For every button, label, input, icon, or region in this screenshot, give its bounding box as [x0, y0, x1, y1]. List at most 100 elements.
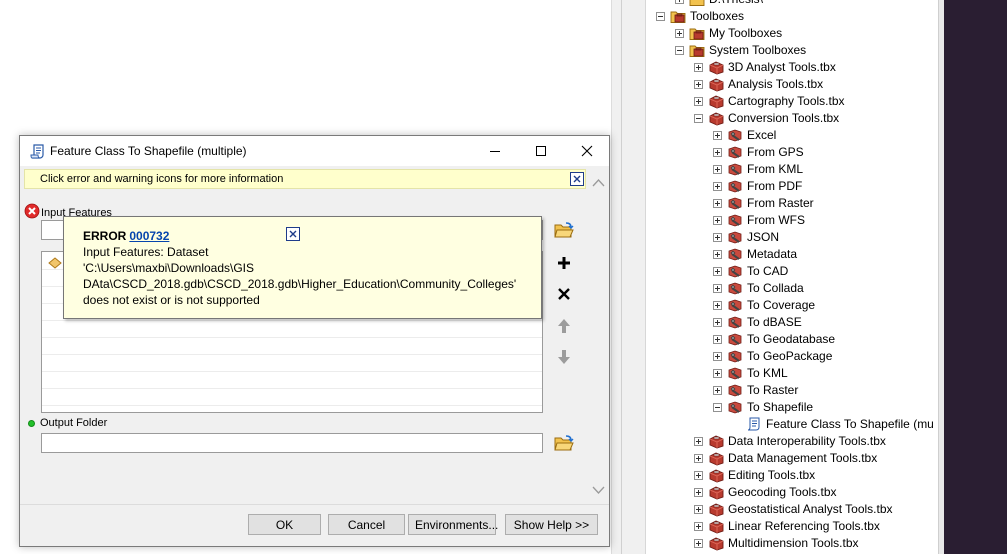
- tree-item[interactable]: Analysis Tools.tbx: [646, 76, 938, 93]
- expand-icon[interactable]: [694, 454, 703, 463]
- move-down-button[interactable]: [553, 346, 575, 368]
- tree-item[interactable]: To Raster: [646, 382, 938, 399]
- tree-item[interactable]: From Raster: [646, 195, 938, 212]
- tree-item[interactable]: Excel: [646, 127, 938, 144]
- collapse-icon[interactable]: [675, 46, 684, 55]
- tree-item-label: 3D Analyst Tools.tbx: [728, 60, 836, 74]
- tree-item-label: To Shapefile: [747, 400, 814, 414]
- close-button[interactable]: [564, 136, 610, 166]
- expand-icon[interactable]: [713, 131, 722, 140]
- add-row-button[interactable]: [553, 252, 575, 274]
- tree-item[interactable]: To CAD: [646, 263, 938, 280]
- expand-icon[interactable]: [713, 182, 722, 191]
- toolset-icon: [727, 264, 743, 279]
- tree-item[interactable]: From PDF: [646, 178, 938, 195]
- tree-item[interactable]: To Shapefile: [646, 399, 938, 416]
- expand-icon[interactable]: [713, 301, 722, 310]
- expand-icon[interactable]: [713, 165, 722, 174]
- tree-item[interactable]: System Toolboxes: [646, 42, 938, 59]
- tree-item[interactable]: To Coverage: [646, 297, 938, 314]
- expand-icon[interactable]: [713, 199, 722, 208]
- tree-item[interactable]: From KML: [646, 161, 938, 178]
- tree-item[interactable]: From WFS: [646, 212, 938, 229]
- expand-icon[interactable]: [675, 0, 684, 4]
- expand-icon[interactable]: [694, 522, 703, 531]
- collapse-icon[interactable]: [694, 114, 703, 123]
- cancel-button[interactable]: Cancel: [328, 514, 405, 535]
- error-message-line: Input Features: Dataset: [83, 245, 209, 259]
- collapse-icon[interactable]: [656, 12, 665, 21]
- info-close-button[interactable]: [570, 172, 584, 186]
- expand-icon[interactable]: [713, 216, 722, 225]
- tree-item[interactable]: 3D Analyst Tools.tbx: [646, 59, 938, 76]
- catalog-tree[interactable]: D:\Thesis\Toolboxes My Toolboxes System To…: [645, 0, 938, 554]
- output-folder-label: Output Folder: [40, 417, 108, 429]
- tree-item[interactable]: Linear Referencing Tools.tbx: [646, 518, 938, 535]
- tree-item[interactable]: Cartography Tools.tbx: [646, 93, 938, 110]
- tree-item[interactable]: Geocoding Tools.tbx: [646, 484, 938, 501]
- tree-item[interactable]: Multidimension Tools.tbx: [646, 535, 938, 552]
- tree-item-label: Feature Class To Shapefile (mu: [766, 417, 934, 431]
- tree-item[interactable]: My Toolboxes: [646, 25, 938, 42]
- feature-class-to-shapefile-dialog: Feature Class To Shapefile (multiple) Cl…: [19, 135, 610, 547]
- tree-item[interactable]: D:\Thesis\: [646, 0, 938, 8]
- tree-item[interactable]: JSON: [646, 229, 938, 246]
- expand-icon[interactable]: [713, 335, 722, 344]
- tree-item[interactable]: From GPS: [646, 144, 938, 161]
- maximize-button[interactable]: [518, 136, 564, 166]
- tree-item-label: Linear Referencing Tools.tbx: [728, 519, 880, 533]
- expand-icon[interactable]: [713, 284, 722, 293]
- tree-item[interactable]: To GeoPackage: [646, 348, 938, 365]
- tree-item[interactable]: Metadata: [646, 246, 938, 263]
- error-close-button[interactable]: [286, 227, 300, 241]
- tree-item[interactable]: Conversion Tools.tbx: [646, 110, 938, 127]
- expand-icon[interactable]: [694, 80, 703, 89]
- environments-button[interactable]: Environments...: [408, 514, 498, 535]
- expand-icon[interactable]: [694, 505, 703, 514]
- expand-icon[interactable]: [713, 352, 722, 361]
- expand-icon[interactable]: [675, 29, 684, 38]
- tree-item[interactable]: Feature Class To Shapefile (mu: [646, 416, 938, 433]
- map-view[interactable]: [944, 0, 1007, 554]
- expand-icon[interactable]: [694, 437, 703, 446]
- tree-item[interactable]: Data Management Tools.tbx: [646, 450, 938, 467]
- expand-icon[interactable]: [713, 318, 722, 327]
- tree-item[interactable]: To Geodatabase: [646, 331, 938, 348]
- expand-icon[interactable]: [713, 250, 722, 259]
- browse-input-button[interactable]: [553, 219, 575, 241]
- tree-item-label: Geocoding Tools.tbx: [728, 485, 837, 499]
- toolset-icon: [727, 383, 743, 398]
- expand-icon[interactable]: [713, 386, 722, 395]
- tree-item[interactable]: To KML: [646, 365, 938, 382]
- expand-icon[interactable]: [713, 369, 722, 378]
- tree-item[interactable]: To dBASE: [646, 314, 938, 331]
- expand-icon[interactable]: [713, 267, 722, 276]
- tree-item[interactable]: Editing Tools.tbx: [646, 467, 938, 484]
- remove-row-button[interactable]: [553, 283, 575, 305]
- expand-icon[interactable]: [713, 148, 722, 157]
- expand-icon[interactable]: [694, 97, 703, 106]
- output-folder-field[interactable]: [41, 433, 543, 453]
- expand-icon[interactable]: [694, 488, 703, 497]
- show-help-button[interactable]: Show Help >>: [505, 514, 598, 535]
- move-up-button[interactable]: [553, 315, 575, 337]
- expand-icon[interactable]: [694, 471, 703, 480]
- form-scrollbar[interactable]: [590, 169, 607, 504]
- tree-item[interactable]: To Collada: [646, 280, 938, 297]
- ok-button[interactable]: OK: [248, 514, 321, 535]
- tree-item[interactable]: Data Interoperability Tools.tbx: [646, 433, 938, 450]
- tree-item[interactable]: Geostatistical Analyst Tools.tbx: [646, 501, 938, 518]
- expand-icon[interactable]: [694, 63, 703, 72]
- toolbox-icon: [708, 77, 724, 92]
- list-row-divider: [42, 320, 542, 321]
- minimize-button[interactable]: [472, 136, 518, 166]
- error-code-link[interactable]: 000732: [129, 229, 169, 243]
- tree-item-label: To Coverage: [747, 298, 816, 312]
- error-icon[interactable]: [24, 203, 40, 222]
- browse-output-button[interactable]: [553, 432, 575, 454]
- tree-item[interactable]: Toolboxes: [646, 8, 938, 25]
- dialog-titlebar[interactable]: Feature Class To Shapefile (multiple): [20, 136, 609, 166]
- expand-icon[interactable]: [713, 233, 722, 242]
- expand-icon[interactable]: [694, 539, 703, 548]
- collapse-icon[interactable]: [713, 403, 722, 412]
